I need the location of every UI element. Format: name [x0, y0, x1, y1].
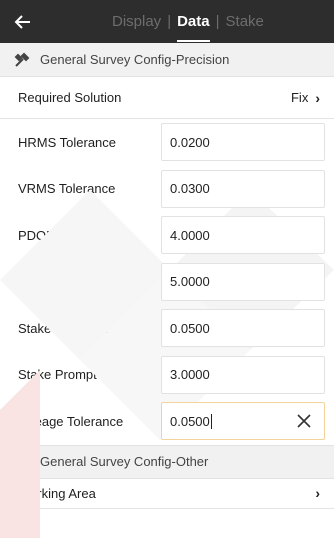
required-solution-row[interactable]: Required Solution Fix ›: [0, 77, 334, 119]
stake-prompt-input[interactable]: 3.0000: [161, 355, 325, 394]
field-row-vrms: VRMS Tolerance 0.0300: [0, 166, 334, 213]
clear-icon[interactable]: [294, 411, 314, 431]
pdop-tolerance-input[interactable]: 4.0000: [161, 216, 325, 255]
tab-display[interactable]: Display: [112, 13, 161, 30]
hrms-tolerance-input[interactable]: 0.0200: [161, 123, 325, 162]
field-label: Stake Prompt in: [18, 367, 111, 383]
top-bar: Display | Data | Stake: [0, 0, 334, 43]
field-label: VRMS Tolerance: [18, 181, 116, 197]
field-label: PDOP Tolerance: [18, 227, 115, 243]
tab-bar: Display | Data | Stake: [112, 0, 264, 43]
text-caret: [210, 413, 212, 429]
section-header-other: General Survey Config-Other: [0, 444, 334, 479]
tab-separator: |: [167, 13, 172, 30]
field-label: Mileage Tolerance: [18, 413, 124, 429]
mileage-tolerance-input[interactable]: 0.0500: [161, 402, 325, 441]
field-row-hrms: HRMS Tolerance 0.0200: [0, 119, 334, 166]
tab-stake[interactable]: Stake: [226, 13, 264, 30]
tools-icon: [14, 51, 32, 69]
tools-icon: [14, 453, 32, 471]
section-header-precision: General Survey Config-Precision: [0, 43, 334, 77]
field-label: HRMS Tolerance: [18, 134, 117, 150]
section-title: General Survey Config-Precision: [40, 52, 230, 67]
required-solution-label: Required Solution: [18, 90, 122, 105]
field-row-latency: Latency Tolerance 5.0000: [0, 259, 334, 306]
chevron-right-icon: ›: [315, 485, 320, 501]
chevron-right-icon: ›: [315, 89, 320, 106]
stake-tolerance-input[interactable]: 0.0500: [161, 309, 325, 348]
field-row-pdop: PDOP Tolerance 4.0000: [0, 212, 334, 259]
section-title: General Survey Config-Other: [40, 454, 209, 469]
required-solution-value: Fix: [290, 90, 309, 105]
back-arrow-icon[interactable]: [0, 0, 46, 43]
field-row-stake: Stake Tolerance 0.0500: [0, 305, 334, 352]
field-label: Latency Tolerance: [18, 274, 124, 290]
latency-tolerance-input[interactable]: 5.0000: [161, 262, 325, 301]
field-row-stake-prompt: Stake Prompt in 3.0000: [0, 352, 334, 399]
field-label: Stake Tolerance: [18, 320, 111, 336]
working-area-row[interactable]: Working Area ›: [0, 479, 334, 509]
vrms-tolerance-input[interactable]: 0.0300: [161, 169, 325, 208]
working-area-label: Working Area: [18, 485, 96, 501]
tab-separator: |: [215, 13, 220, 30]
tab-data[interactable]: Data: [177, 13, 210, 42]
field-row-mileage: Mileage Tolerance 0.0500: [0, 398, 334, 445]
